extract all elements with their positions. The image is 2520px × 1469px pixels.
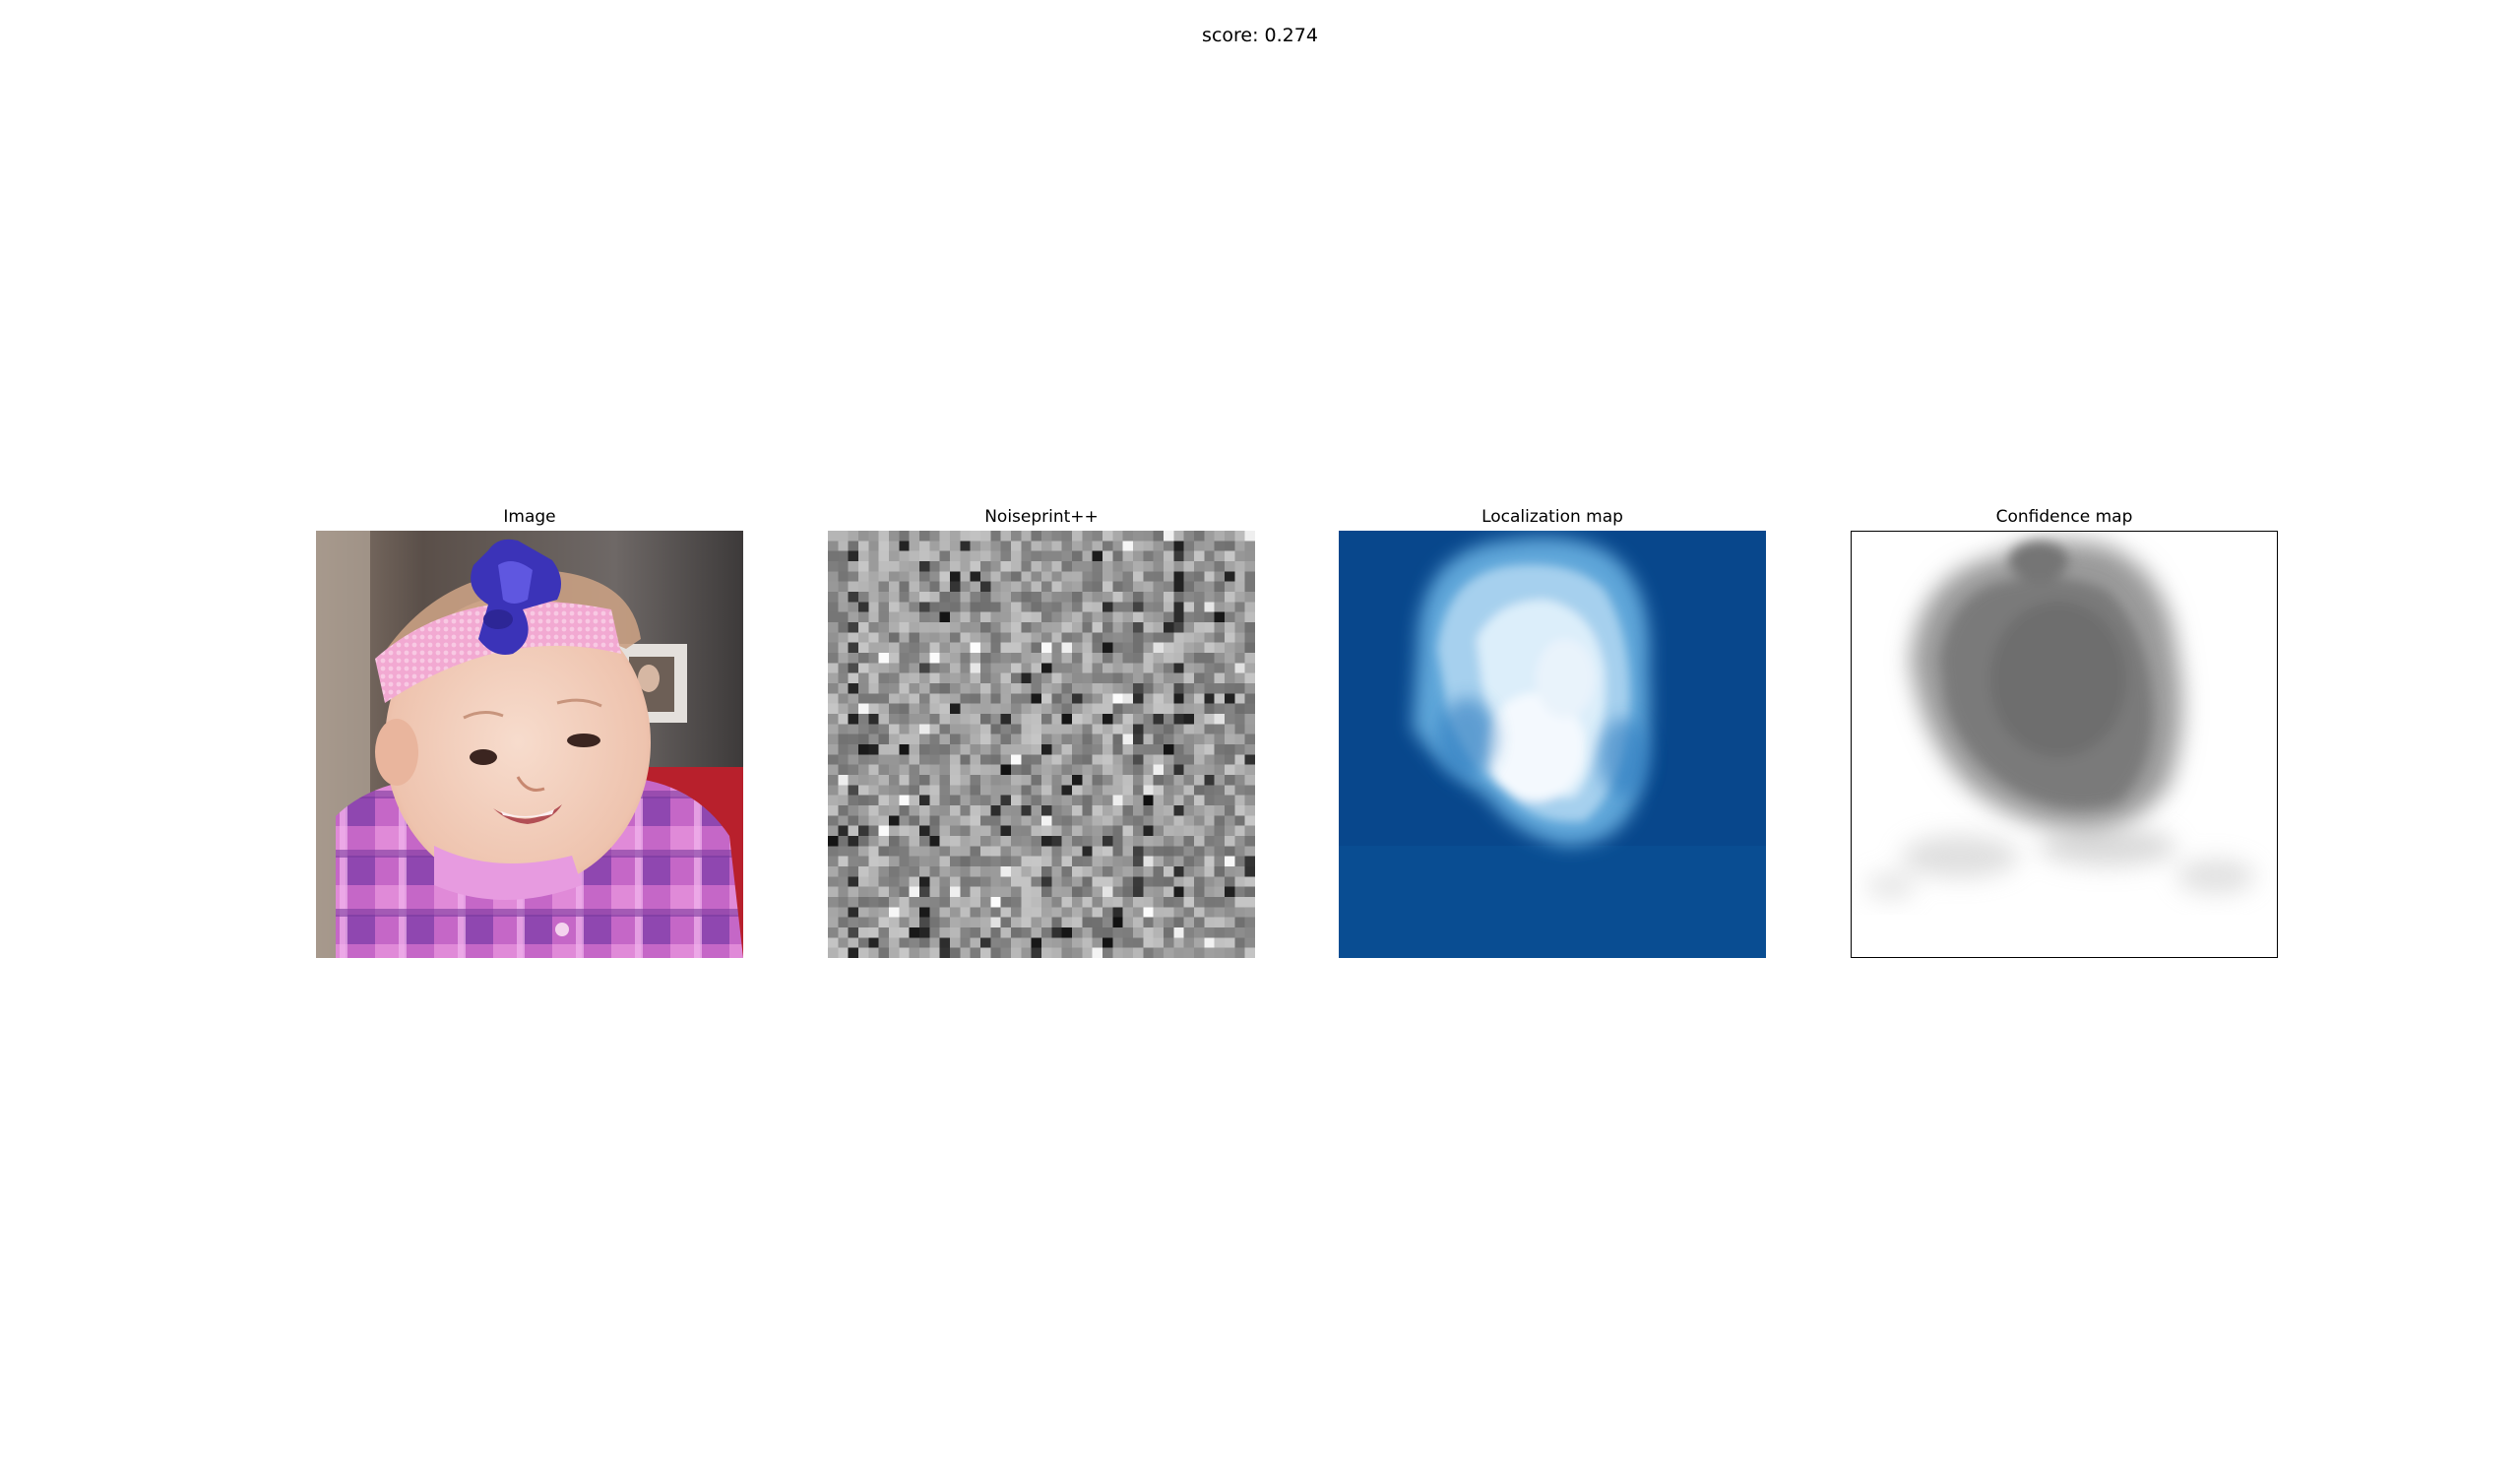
figure-suptitle: score: 0.274: [1202, 25, 1318, 46]
confidence-panel-title: Confidence map: [1995, 507, 2133, 527]
noiseprint-map: [828, 531, 1255, 958]
noiseprint-panel-title: Noiseprint++: [984, 507, 1099, 527]
localization-panel-title: Localization map: [1481, 507, 1623, 527]
input-photo: [316, 531, 743, 958]
localization-heatmap: [1339, 531, 1766, 958]
confidence-heatmap: [1851, 531, 2278, 958]
image-panel-title: Image: [503, 507, 556, 527]
